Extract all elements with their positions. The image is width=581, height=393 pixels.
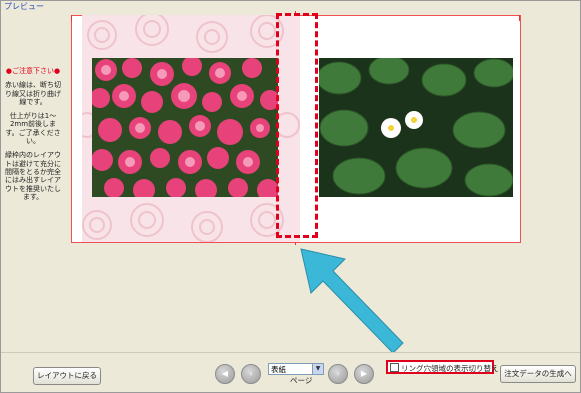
notice-title: ●ご注意下さい● <box>5 67 61 75</box>
crop-mark <box>519 15 520 21</box>
rose-photo <box>92 58 278 197</box>
generate-order-data-button[interactable]: 注文データの生成へ <box>500 365 576 383</box>
notice-layout: 緑枠内のレイアウトは避けて充分に間隔をとるか完全にはみ出すレイアウトを推奨いたし… <box>5 151 61 201</box>
waterlily-photo <box>319 58 513 197</box>
page-select[interactable]: 表紙 ▼ <box>268 363 324 375</box>
previous-page-icon[interactable]: ‹ <box>241 364 261 384</box>
chevron-down-icon[interactable]: ▼ <box>312 364 323 374</box>
ring-area-toggle[interactable]: リング穴領域の表示切り替え <box>386 360 499 374</box>
ring-area-checkbox[interactable] <box>390 363 399 372</box>
page-select-value: 表紙 <box>271 365 286 374</box>
notice-panel: ●ご注意下さい● 赤い線は、断ち切り線又は折り曲げ線です。 仕上がりは1〜2mm… <box>5 67 61 207</box>
crop-mark <box>71 15 72 21</box>
window-title: プレビュー <box>4 2 44 11</box>
last-page-icon[interactable]: ▶ <box>354 364 374 384</box>
first-page-icon[interactable]: ◀ <box>215 364 235 384</box>
page-label: ページ <box>290 376 313 385</box>
preview-window: プレビュー ●ご注意下さい● 赤い線は、断ち切り線又は折り曲げ線です。 仕上がり… <box>0 0 581 393</box>
next-page-icon[interactable]: › <box>328 364 348 384</box>
ring-area-toggle-label: リング穴領域の表示切り替え <box>401 364 499 373</box>
ring-area-marker <box>276 13 318 238</box>
notice-finish: 仕上がりは1〜2mm前後します。ご了承ください。 <box>5 112 61 146</box>
rose-photo-image <box>92 58 278 197</box>
pointer-arrow-icon <box>300 248 404 354</box>
back-to-layout-button[interactable]: レイアウトに戻る <box>33 367 101 385</box>
waterlily-photo-image <box>319 58 513 197</box>
notice-cut-line: 赤い線は、断ち切り線又は折り曲げ線です。 <box>5 81 61 106</box>
